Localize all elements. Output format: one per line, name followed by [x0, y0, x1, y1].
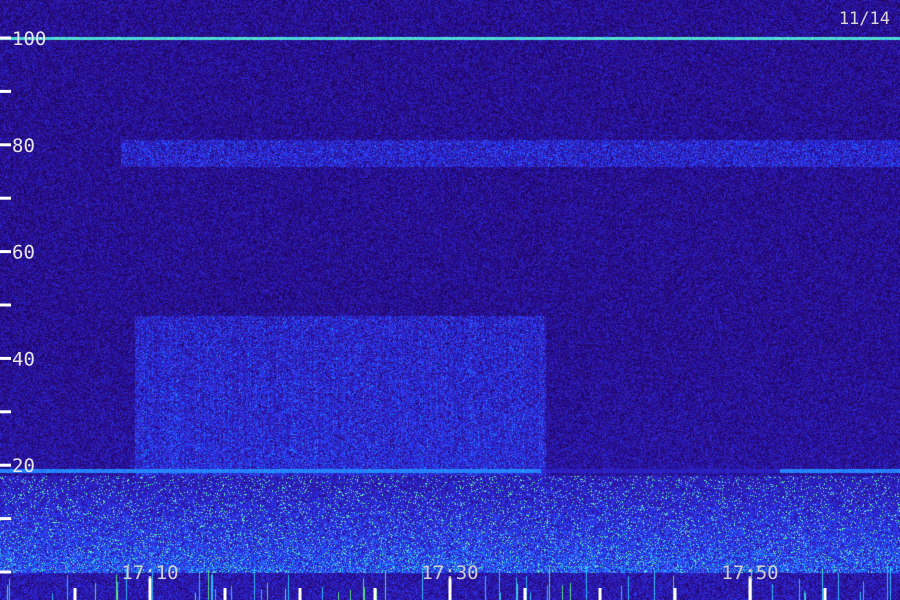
y-tick-label: 40	[12, 348, 35, 370]
x-minor-tick	[298, 588, 302, 600]
y-major-tick	[0, 570, 11, 574]
x-tick-label: 17:30	[421, 562, 478, 584]
x-minor-tick	[673, 588, 677, 600]
x-minor-tick	[523, 588, 527, 600]
x-minor-tick	[823, 588, 827, 600]
y-major-tick	[0, 143, 11, 147]
y-tick-label: 100	[12, 28, 46, 50]
date-label: 11/14	[839, 9, 890, 29]
y-major-tick	[0, 250, 11, 254]
y-axis: 20 40 60 80 100	[0, 28, 46, 574]
y-tick-label: 60	[12, 242, 35, 264]
y-tick-label: 20	[12, 455, 35, 477]
y-tick-label: 80	[12, 135, 35, 157]
x-tick-label: 17:10	[121, 562, 178, 584]
y-minor-tick	[0, 303, 11, 307]
spectrogram-overlay: 20 40 60 80 100 17:10 17:30 17:50 11/14	[0, 9, 890, 600]
y-minor-tick	[0, 410, 11, 414]
x-tick-label: 17:50	[721, 562, 778, 584]
y-minor-tick	[0, 517, 11, 521]
x-minor-tick	[223, 588, 227, 600]
x-axis: 17:10 17:30 17:50	[73, 562, 827, 600]
x-minor-tick	[598, 588, 602, 600]
y-minor-tick	[0, 89, 11, 93]
y-major-tick	[0, 356, 11, 360]
x-minor-tick	[73, 588, 77, 600]
y-major-tick	[0, 36, 11, 40]
y-minor-tick	[0, 196, 11, 200]
x-minor-tick	[373, 588, 377, 600]
y-major-tick	[0, 463, 11, 467]
